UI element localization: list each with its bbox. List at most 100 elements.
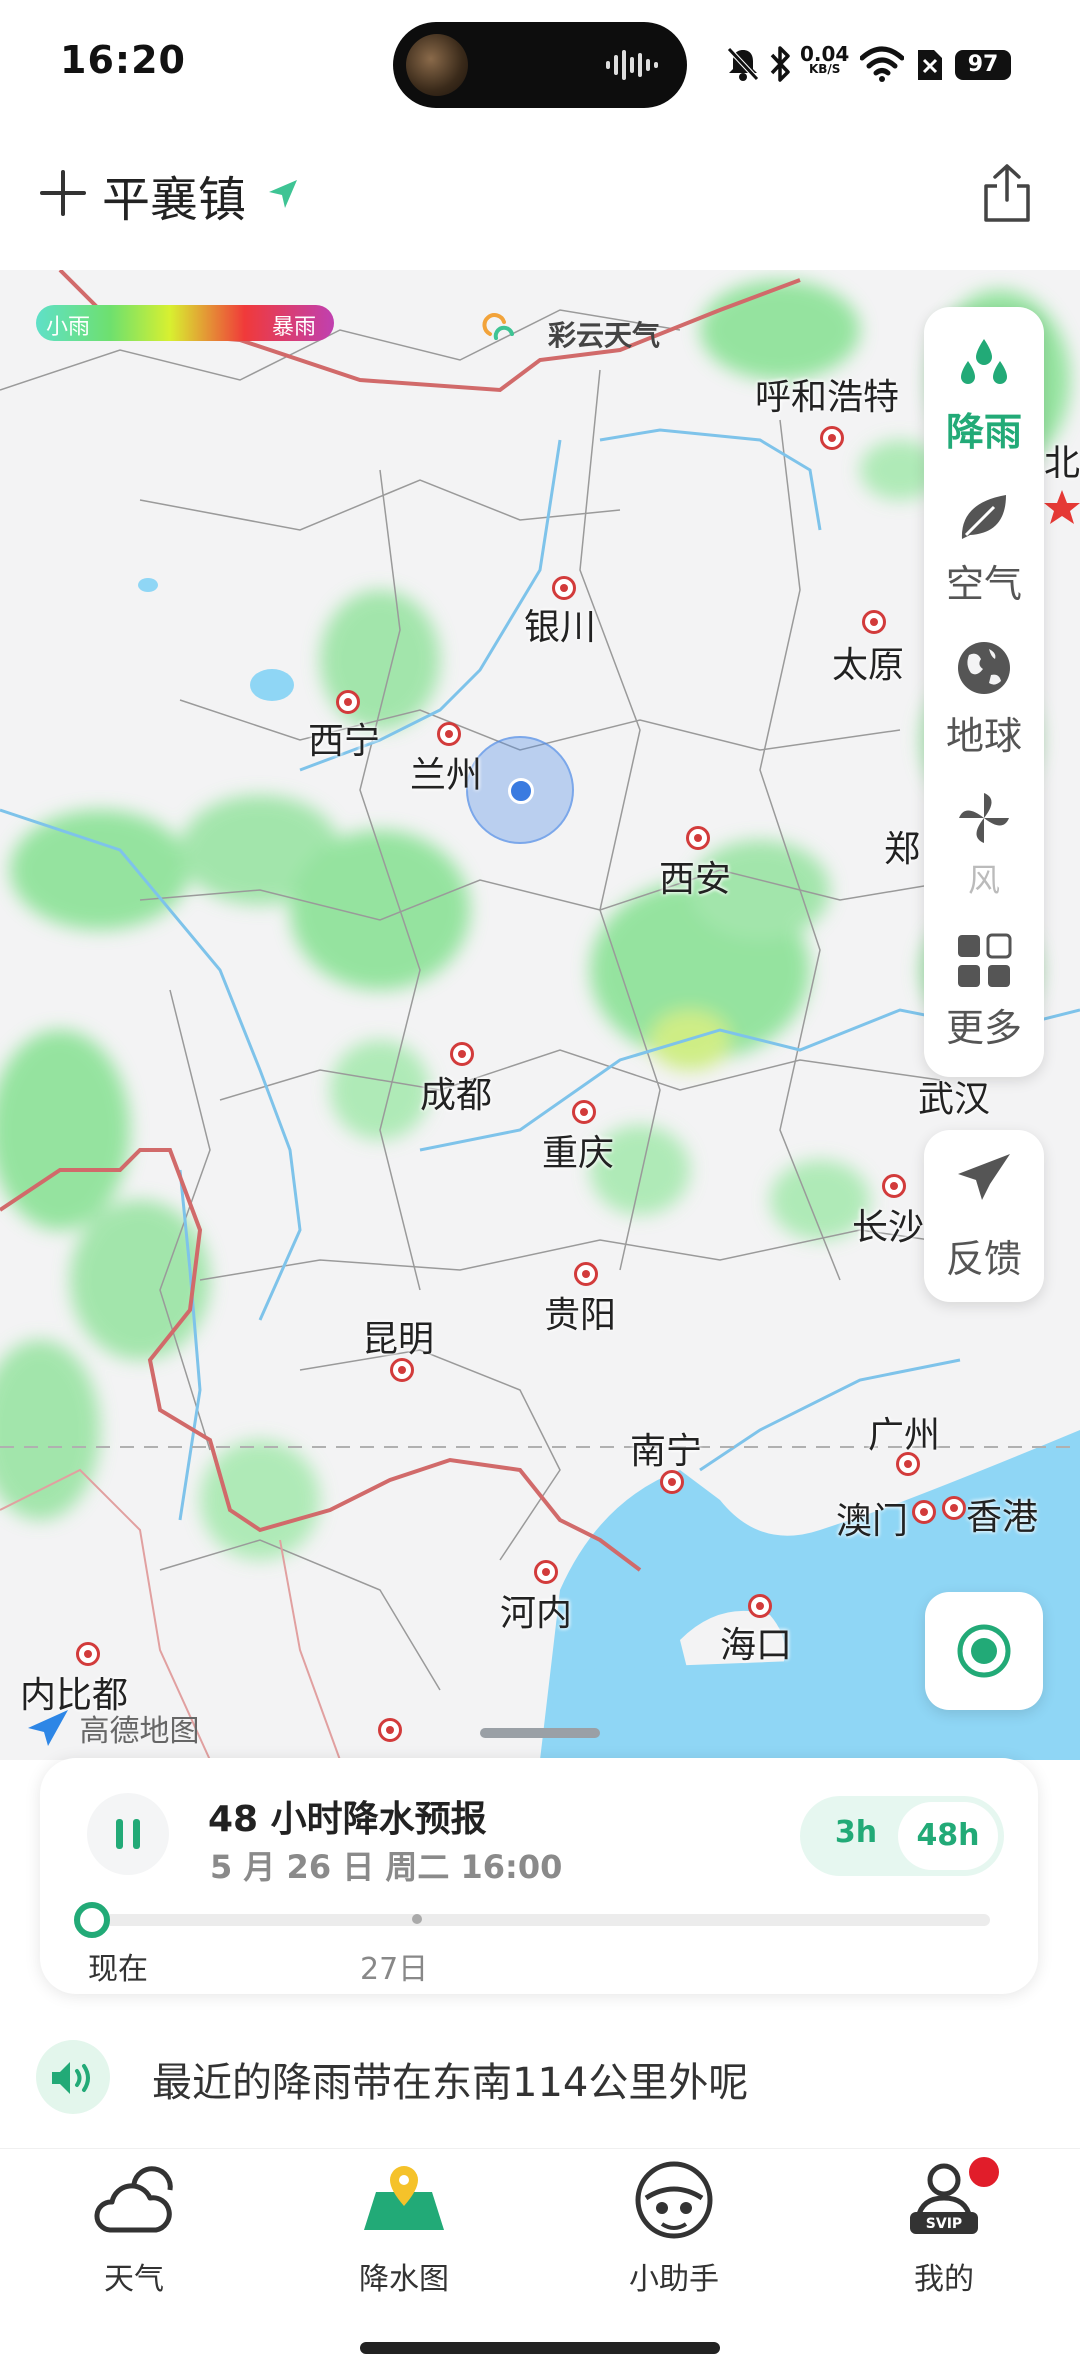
city-label: 广州 <box>868 1415 941 1456</box>
speaker-icon <box>52 2062 90 2094</box>
current-location-dot <box>508 778 534 804</box>
media-thumbnail <box>406 34 468 96</box>
map-provider-name: 高德地图 <box>79 1714 200 1749</box>
range-3h-option[interactable]: 3h <box>820 1815 892 1850</box>
timeline-label-27: 27日 <box>360 1952 429 1987</box>
rain-drops-icon <box>961 339 1007 384</box>
mute-bell-icon <box>727 47 759 81</box>
locate-button[interactable] <box>925 1592 1043 1710</box>
city-label: 兰州 <box>410 755 483 796</box>
caiyun-logo-icon <box>482 313 514 340</box>
city-marker <box>748 1594 772 1618</box>
cloud-sun-icon <box>94 2166 173 2233</box>
city-label: 澳门 <box>836 1501 909 1542</box>
pause-icon <box>116 1819 140 1849</box>
rain-message: 最近的降雨带在东南114公里外呢 <box>152 2060 749 2106</box>
city-label: 重庆 <box>542 1133 615 1174</box>
network-speed-value: 0.04 <box>800 42 850 66</box>
forecast-time: 5 月 26 日 周二 16:00 <box>210 1848 563 1886</box>
legend-high-label: 暴雨 <box>272 315 317 340</box>
city-label: 西安 <box>659 859 732 900</box>
city-label: 香港 <box>966 1497 1039 1538</box>
city-marker <box>660 1470 684 1494</box>
svip-badge-text: SVIP <box>925 2216 963 2232</box>
city-marker <box>534 1560 558 1584</box>
add-location-icon[interactable] <box>38 168 88 218</box>
layer-earth-label: 地球 <box>945 714 1022 758</box>
map-canvas <box>0 270 1080 1760</box>
home-indicator[interactable] <box>360 2342 720 2354</box>
city-marker <box>437 722 461 746</box>
status-time: 16:20 <box>60 38 186 82</box>
layer-rain[interactable]: 降雨 <box>924 337 1044 456</box>
pause-button[interactable] <box>87 1793 169 1875</box>
city-marker <box>912 1500 936 1524</box>
grid-icon <box>958 933 1012 987</box>
city-label: 银川 <box>524 607 597 648</box>
city-label: 河内 <box>500 1593 573 1634</box>
feedback-button[interactable]: 反馈 <box>924 1130 1044 1302</box>
leaf-icon <box>961 495 1006 539</box>
city-label: 西宁 <box>308 721 381 762</box>
location-title[interactable]: 平襄镇 <box>102 160 246 230</box>
city-marker <box>450 1042 474 1066</box>
layer-air[interactable]: 空气 <box>924 489 1044 608</box>
city-label: 太原 <box>832 645 905 686</box>
city-label: 呼和浩特 <box>755 377 900 418</box>
sim-off-icon <box>918 50 942 80</box>
forecast-title: 48 小时降水预报 <box>208 1799 487 1840</box>
nav-rain-map[interactable]: 降水图 <box>304 2160 504 2297</box>
city-label: 成都 <box>420 1075 493 1116</box>
map-pin-icon <box>364 2166 444 2230</box>
city-label: 武汉 <box>918 1079 991 1120</box>
city-label: 昆明 <box>362 1319 435 1360</box>
pinwheel-icon <box>959 793 1009 843</box>
nav-assistant-label: 小助手 <box>629 2262 719 2297</box>
nav-assistant[interactable]: 小助手 <box>574 2160 774 2297</box>
layer-rain-label: 降雨 <box>945 410 1022 454</box>
city-label: 海口 <box>720 1625 793 1666</box>
share-icon[interactable] <box>980 162 1034 224</box>
city-label: 贵阳 <box>544 1295 617 1336</box>
city-marker <box>574 1262 598 1286</box>
legend-low-label: 小雨 <box>46 315 91 340</box>
feedback-label: 反馈 <box>945 1237 1022 1281</box>
city-marker <box>862 610 886 634</box>
layer-air-label: 空气 <box>945 562 1022 606</box>
layer-wind-label: 风 <box>967 861 1000 899</box>
layer-earth[interactable]: 地球 <box>924 639 1044 760</box>
wifi-icon <box>860 46 904 82</box>
battery-indicator: 97 <box>955 50 1011 80</box>
assistant-robot-icon <box>635 2161 713 2239</box>
city-marker <box>572 1100 596 1124</box>
notification-dot <box>966 2154 1002 2190</box>
nav-mine[interactable]: SVIP 我的 <box>844 2154 1044 2297</box>
nav-mine-label: 我的 <box>914 2262 974 2297</box>
location-arrow-icon <box>269 180 297 208</box>
layer-more[interactable]: 更多 <box>924 933 1044 1052</box>
city-marker <box>336 690 360 714</box>
network-speed: 0.04 KB/S <box>800 42 850 75</box>
city-marker <box>378 1718 402 1742</box>
city-label: 北京 <box>1044 443 1080 484</box>
gaode-arrow-icon <box>28 1710 68 1746</box>
drag-handle[interactable] <box>480 1728 600 1738</box>
timeline-handle[interactable] <box>74 1902 110 1938</box>
layer-panel: 降雨 空气 地球 风 更多 <box>924 307 1044 1077</box>
city-label: 南宁 <box>630 1431 703 1472</box>
timeline-tick <box>412 1914 422 1924</box>
target-icon <box>957 1624 1011 1678</box>
audio-wave-icon <box>606 50 658 80</box>
city-marker <box>820 426 844 450</box>
layer-wind[interactable]: 风 <box>924 789 1044 901</box>
city-marker <box>686 826 710 850</box>
city-label: 郑 <box>884 829 921 870</box>
timeline-track[interactable] <box>90 1914 990 1926</box>
range-48h-option[interactable]: 48h <box>898 1802 998 1870</box>
city-marker <box>896 1452 920 1476</box>
city-marker <box>390 1358 414 1382</box>
nav-weather[interactable]: 天气 <box>34 2160 234 2297</box>
rain-map[interactable]: 呼和浩特 北京 银川 太原 西宁 兰州 西安 郑 成都 重庆 武汉 长沙 贵阳 … <box>0 270 1080 1760</box>
layer-more-label: 更多 <box>945 1006 1022 1050</box>
speaker-button[interactable] <box>36 2040 110 2114</box>
